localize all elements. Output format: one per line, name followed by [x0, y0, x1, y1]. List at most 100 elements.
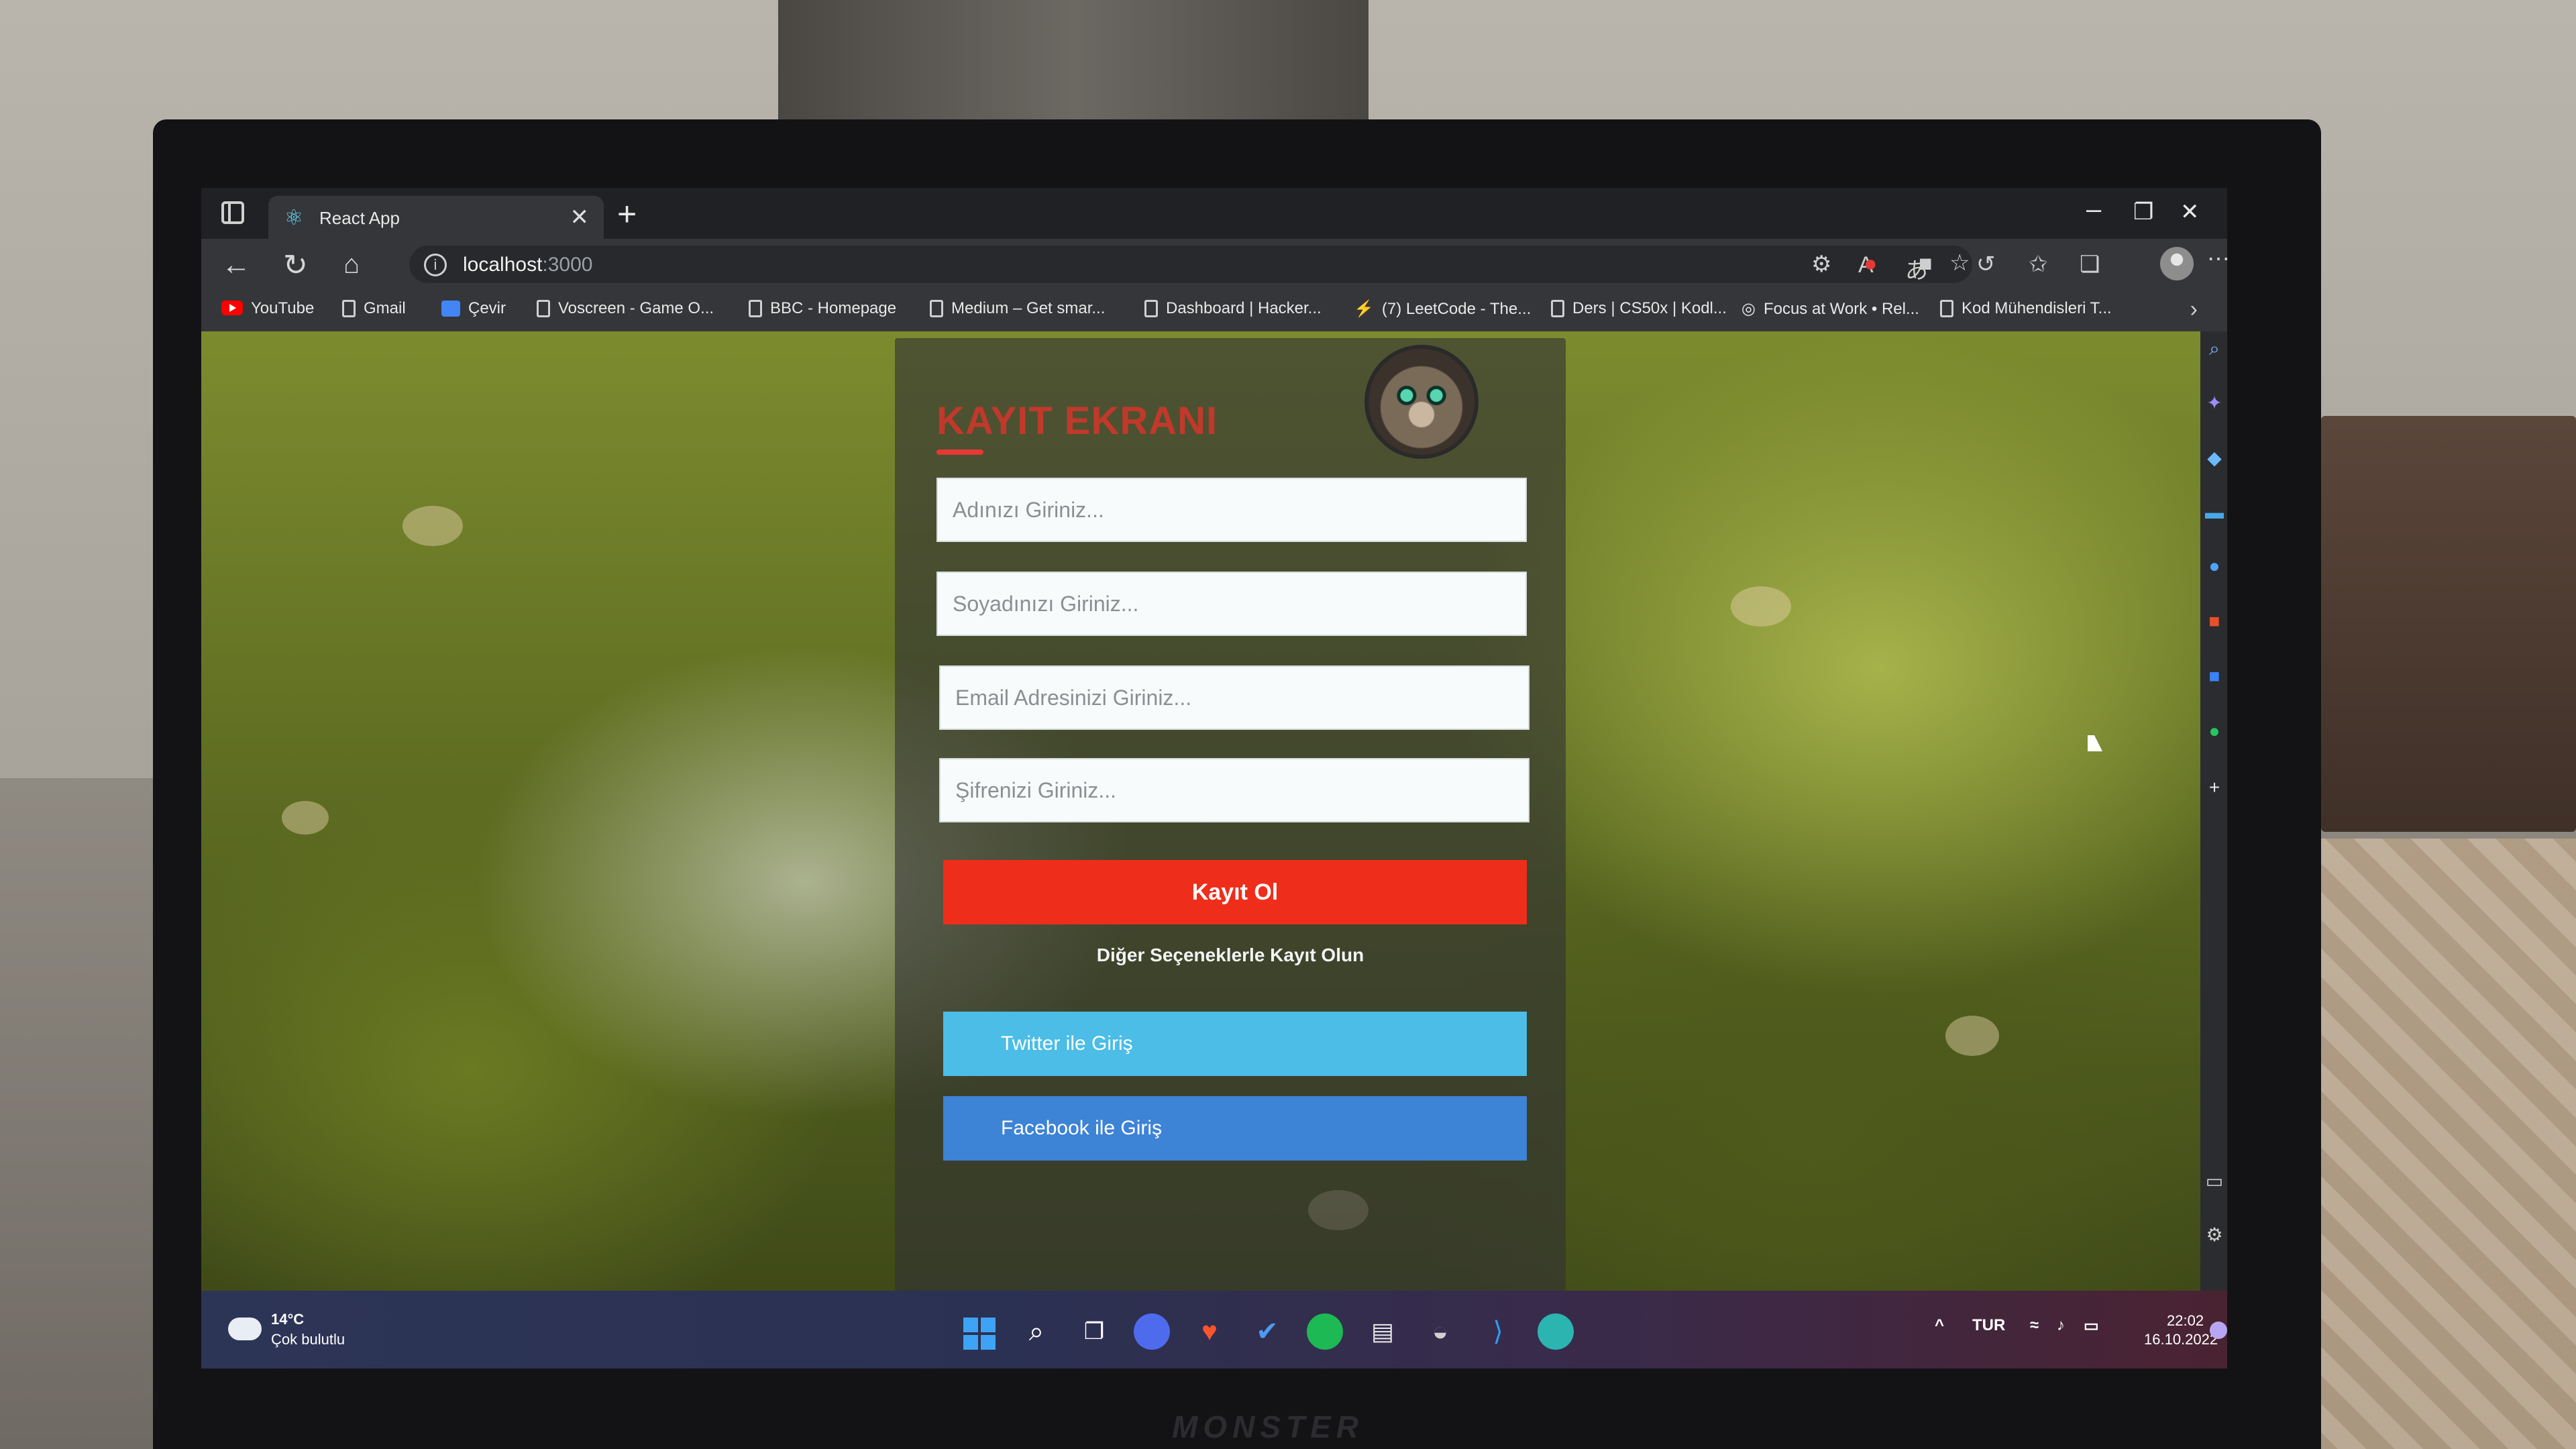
close-window-button[interactable]: ✕	[2180, 199, 2200, 225]
focus-icon: ◎	[1741, 300, 1756, 318]
browser-tab[interactable]: ⚛ React App ✕	[268, 196, 604, 239]
weather-description[interactable]: Çok bulutlu	[271, 1331, 345, 1348]
tools-icon[interactable]: ▬	[2204, 502, 2224, 523]
bookmark-cs50x[interactable]: Ders | CS50x | Kodl...	[1551, 299, 1727, 318]
address-url: localhost:3000	[463, 254, 593, 276]
youtube-icon	[221, 301, 243, 315]
outlook-icon[interactable]: ■	[2204, 665, 2224, 687]
page-icon	[537, 300, 550, 317]
home-icon[interactable]: ⌂	[343, 250, 360, 280]
cat-avatar	[1364, 345, 1479, 459]
notes-icon[interactable]: ◒	[1422, 1313, 1458, 1350]
other-options-label: Diğer Seçeneklerle Kayıt Olun	[1096, 945, 1364, 965]
close-tab-icon[interactable]: ✕	[570, 204, 590, 231]
address-bar[interactable]: i localhost:3000 A あ ☆	[409, 246, 1972, 284]
leetcode-icon: ⚡	[1354, 300, 1374, 318]
task-view-icon[interactable]: ❐	[1076, 1313, 1112, 1350]
register-card: KAYIT EKRANI Kayıt Ol Diğer Seçeneklerle…	[895, 338, 1566, 1291]
new-tab-icon[interactable]: +	[617, 195, 637, 233]
page-icon	[1940, 300, 1953, 317]
favorites-icon[interactable]: ✩	[2029, 251, 2048, 278]
back-icon[interactable]: ←	[221, 248, 251, 282]
vscode-icon[interactable]: ⟩	[1480, 1313, 1516, 1350]
search-icon[interactable]: ⌕	[1018, 1313, 1055, 1350]
browser-toolbar: ← ↻ ⌂ i localhost:3000 A あ ☆ ⚙ ● ■ ↺ ✩ ❏…	[201, 239, 2227, 290]
search-icon[interactable]: ⌕	[2204, 338, 2224, 360]
language-indicator[interactable]: TUR	[1972, 1316, 2005, 1335]
page-icon	[749, 300, 762, 317]
bookmarks-bar: YouTube Gmail Çevir Voscreen - Game O...…	[201, 290, 2227, 333]
tab-title: React App	[319, 208, 400, 228]
weather-cloud-icon[interactable]	[224, 1309, 262, 1340]
bookmark-gmail[interactable]: Gmail	[342, 299, 406, 318]
background-blur-spot	[402, 506, 463, 546]
restore-button[interactable]: ❐	[2133, 199, 2153, 225]
office-icon[interactable]: ■	[2204, 610, 2224, 632]
room-background-door	[778, 0, 1368, 127]
settings-gear-icon[interactable]: ⚙	[2204, 1224, 2224, 1246]
games-icon[interactable]: ●	[2204, 555, 2224, 577]
password-input[interactable]	[939, 758, 1529, 822]
add-favorite-icon[interactable]: ☆	[1949, 250, 1970, 276]
register-button[interactable]: Kayıt Ol	[943, 860, 1527, 924]
chevron-right-icon[interactable]: ›	[2190, 297, 2198, 323]
tag-icon[interactable]: ◆	[2204, 447, 2224, 469]
room-background-cabinet	[2321, 416, 2576, 832]
chevron-up-icon[interactable]: ^	[1935, 1316, 1944, 1335]
minimize-button[interactable]: –	[2086, 195, 2101, 225]
bookmark-bbc[interactable]: BBC - Homepage	[749, 299, 896, 318]
reload-icon[interactable]: ↻	[283, 248, 308, 282]
copilot-icon[interactable]: ✦	[2204, 392, 2224, 414]
facebook-login-button[interactable]: Facebook ile Giriş	[943, 1096, 1527, 1161]
background-blur-spot	[282, 801, 329, 835]
browser-tab-bar: ⚛ React App ✕ + – ❐ ✕	[201, 188, 2227, 239]
bookmark-cevir[interactable]: Çevir	[441, 299, 506, 318]
last-name-input[interactable]	[936, 572, 1527, 636]
extension-icon[interactable]: ⚙	[1811, 251, 1831, 278]
monitor-screen: ⚛ React App ✕ + – ❐ ✕ ← ↻ ⌂ i localhost:…	[201, 188, 2227, 1368]
spotify-icon[interactable]	[1307, 1313, 1343, 1350]
background-blur-spot	[1945, 1016, 1999, 1056]
page-icon	[930, 300, 943, 317]
first-name-input[interactable]	[936, 478, 1527, 542]
sidebar-layout-icon[interactable]: ▭	[2204, 1170, 2224, 1192]
opera-extension-icon[interactable]: ●	[1864, 251, 1878, 277]
add-icon[interactable]: +	[2204, 777, 2224, 798]
check-task-icon[interactable]: ✔	[1249, 1313, 1285, 1350]
background-blur-spot	[1731, 586, 1791, 627]
weather-temperature[interactable]: 14°C	[271, 1311, 304, 1328]
terminal-icon[interactable]: ▤	[1364, 1313, 1401, 1350]
bookmark-leetcode[interactable]: ⚡ (7) LeetCode - The...	[1354, 299, 1531, 319]
edge-browser-icon[interactable]	[1538, 1313, 1574, 1350]
windows-start-icon[interactable]	[963, 1318, 996, 1350]
extension-square-icon[interactable]: ■	[1919, 251, 1933, 277]
profile-avatar[interactable]	[2160, 247, 2194, 280]
clock-time[interactable]: 22:02	[2167, 1312, 2204, 1330]
wifi-icon[interactable]: ≈	[2030, 1316, 2039, 1335]
brave-icon[interactable]: ♥	[1191, 1313, 1228, 1350]
email-input[interactable]	[939, 665, 1529, 730]
volume-icon[interactable]: ♪	[2057, 1316, 2065, 1335]
page-icon	[1551, 300, 1564, 317]
page-title: KAYIT EKRANI	[936, 399, 1218, 443]
translate-icon	[441, 301, 460, 317]
tab-actions-icon[interactable]	[221, 201, 244, 224]
bookmark-hackerrank[interactable]: Dashboard | Hacker...	[1144, 299, 1322, 318]
monitor-brand-logo: MONSTER	[1172, 1409, 1364, 1444]
bookmark-focus-at-work[interactable]: ◎ Focus at Work • Rel...	[1741, 299, 1919, 319]
bookmark-voscreen[interactable]: Voscreen - Game O...	[537, 299, 714, 318]
teams-chat-icon[interactable]	[1134, 1313, 1170, 1350]
bookmark-medium[interactable]: Medium – Get smar...	[930, 299, 1105, 318]
page-icon	[342, 300, 356, 317]
clock-date[interactable]: 16.10.2022	[2144, 1331, 2218, 1348]
twitter-login-button[interactable]: Twitter ile Giriş	[943, 1012, 1527, 1076]
sync-icon[interactable]: ↺	[1976, 251, 1996, 278]
battery-icon[interactable]: ▭	[2084, 1316, 2099, 1336]
more-menu-icon[interactable]: ⋯	[2207, 246, 2227, 272]
spotify-icon[interactable]: ●	[2204, 720, 2224, 742]
collections-icon[interactable]: ❏	[2080, 251, 2100, 278]
notification-icon[interactable]	[2210, 1322, 2227, 1339]
bookmark-kod-muhendisleri[interactable]: Kod Mühendisleri T...	[1940, 299, 2112, 318]
bookmark-youtube[interactable]: YouTube	[221, 299, 314, 318]
site-info-icon[interactable]: i	[424, 254, 447, 276]
